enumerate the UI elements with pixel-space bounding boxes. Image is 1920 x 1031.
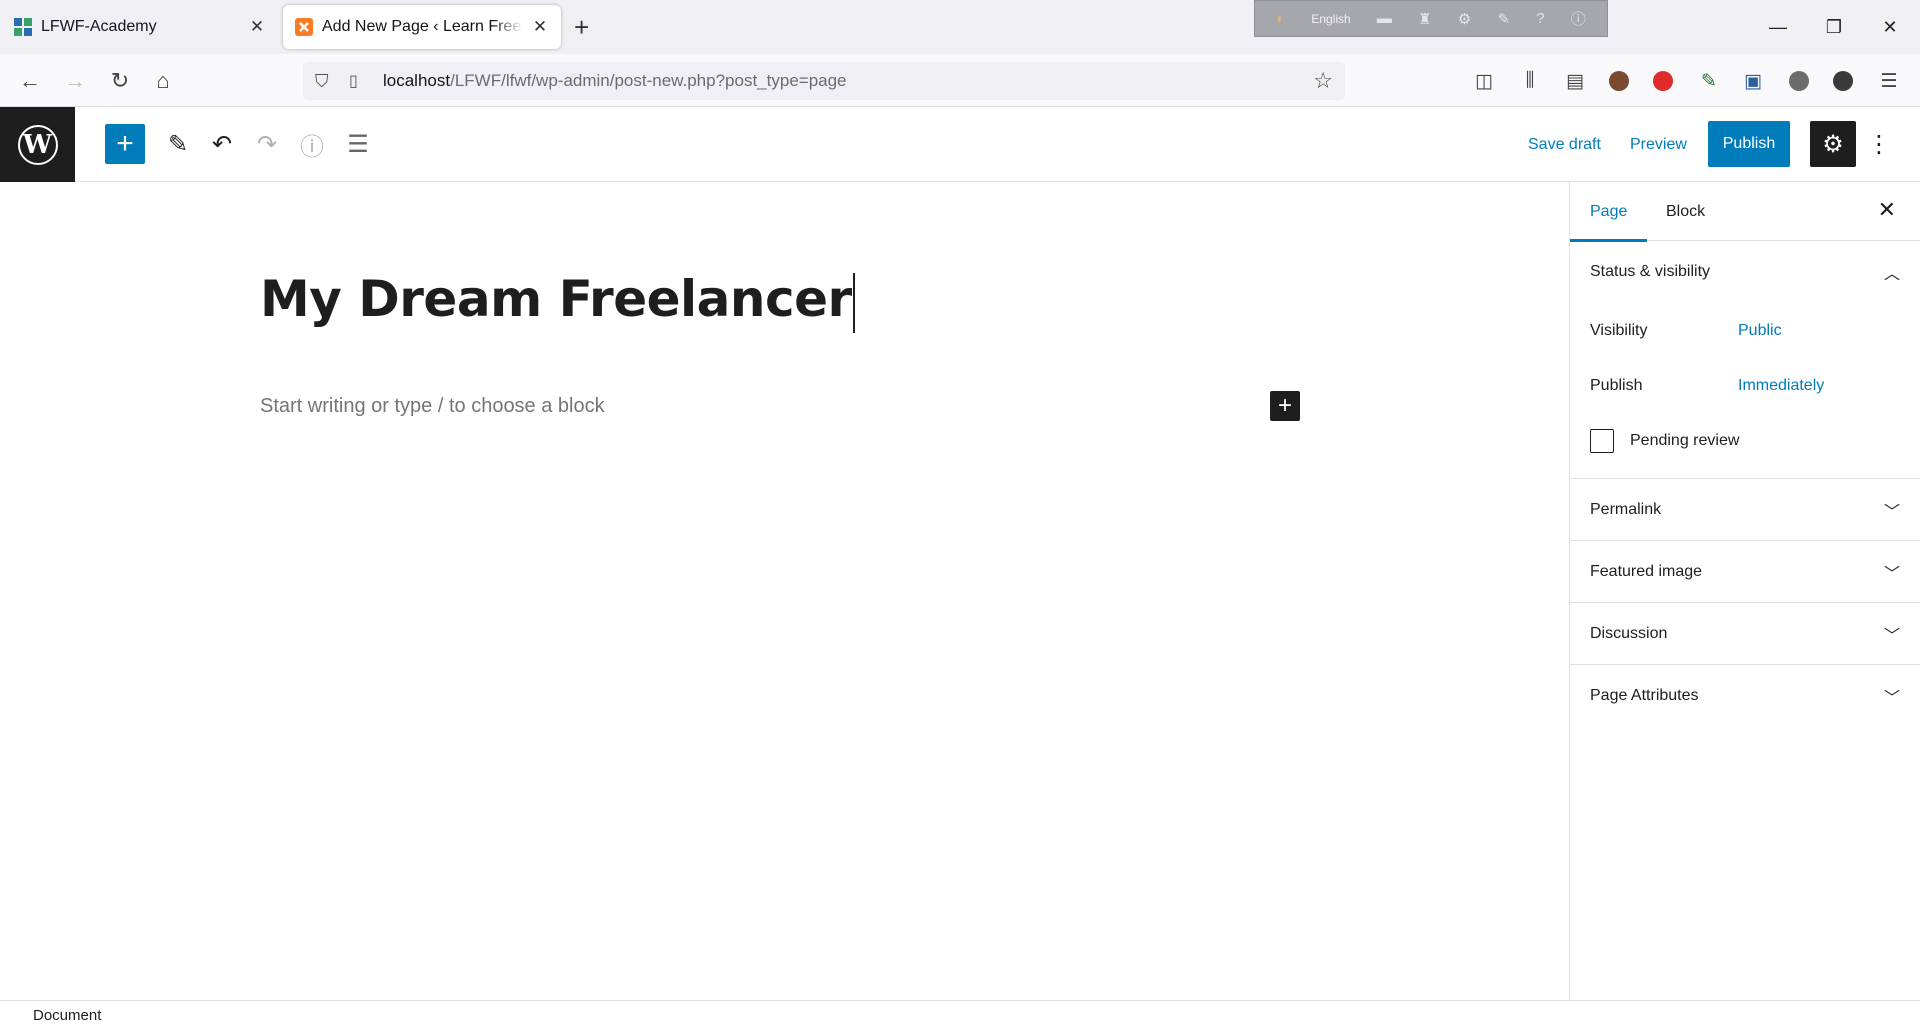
chevron-up-icon: ︿ xyxy=(1883,266,1900,283)
preview-button[interactable]: Preview xyxy=(1630,129,1687,161)
publish-label: Publish xyxy=(1590,376,1643,394)
chevron-down-icon: ﹀ xyxy=(1883,627,1900,645)
forward-arrow-icon[interactable]: → xyxy=(60,66,90,96)
editor-header: W + ✎ ↶ ↷ ⓘ ☰ Save draft Preview Publish… xyxy=(0,107,1920,182)
wordpress-logo-icon[interactable]: W xyxy=(0,107,75,182)
redo-icon[interactable]: ↷ xyxy=(245,122,289,166)
featured-image-panel-toggle[interactable]: Featured image ﹀ xyxy=(1570,541,1920,603)
publish-button[interactable]: Publish xyxy=(1708,121,1790,167)
tab-page[interactable]: Page xyxy=(1570,182,1648,242)
details-info-icon[interactable]: ⓘ xyxy=(290,122,334,166)
panel-title: Status & visibility xyxy=(1590,263,1711,280)
breadcrumb-document[interactable]: Document xyxy=(33,1007,101,1024)
list-view-icon[interactable]: ☰ xyxy=(336,122,380,166)
publish-row: Publish Immediately xyxy=(1570,358,1920,413)
ime-language-label[interactable]: English xyxy=(1311,12,1350,26)
panel-title: Featured image xyxy=(1590,562,1703,580)
panel-title: Page Attributes xyxy=(1590,687,1699,704)
tab-block[interactable]: Block xyxy=(1646,182,1725,241)
back-arrow-icon[interactable]: ← xyxy=(15,66,45,96)
gear-icon[interactable]: ⚙ xyxy=(1458,10,1471,28)
wordpress-w-icon: W xyxy=(17,124,58,165)
sidebar-tabs: Page Block ✕ xyxy=(1570,182,1920,242)
page-attributes-panel-toggle[interactable]: Page Attributes ﹀ xyxy=(1570,665,1920,727)
save-draft-button[interactable]: Save draft xyxy=(1528,129,1601,161)
red-extension-icon[interactable] xyxy=(1648,66,1678,96)
ime-logo-icon[interactable]: ◐ xyxy=(1276,10,1285,27)
pending-review-checkbox[interactable] xyxy=(1590,428,1614,453)
tab-lfwf-academy[interactable]: LFWF-Academy ✕ xyxy=(2,5,278,49)
pen-extension-icon[interactable]: ✎ xyxy=(1694,66,1724,96)
undo-icon[interactable]: ↶ xyxy=(200,122,244,166)
home-icon[interactable]: ⌂ xyxy=(148,66,178,96)
pending-review-row: Pending review xyxy=(1570,413,1920,468)
menu-hamburger-icon[interactable]: ☰ xyxy=(1874,66,1904,96)
panel-title: Permalink xyxy=(1590,500,1662,518)
url-path: /LFWF/lfwf/wp-admin/post-new.php?post_ty… xyxy=(450,71,847,90)
publish-date-link[interactable]: Immediately xyxy=(1738,377,1824,395)
discussion-panel-toggle[interactable]: Discussion ﹀ xyxy=(1570,603,1920,665)
tool-icon[interactable]: ♜ xyxy=(1418,10,1431,28)
browser-nav-bar: ← → ↻ ⌂ ⛉ ▯ localhost /LFWF/lfwf/wp-admi… xyxy=(0,54,1920,107)
more-options-icon[interactable]: ⋮ xyxy=(1866,121,1892,167)
browser-tab-bar: LFWF-Academy ✕ Add New Page ‹ Learn Free… xyxy=(0,0,1920,54)
url-host: localhost xyxy=(383,71,451,90)
permalink-panel-toggle[interactable]: Permalink ﹀ xyxy=(1570,479,1920,541)
pen-icon[interactable]: ✎ xyxy=(1497,10,1510,28)
close-tab-icon[interactable]: ✕ xyxy=(248,17,266,37)
ime-language-bar[interactable]: ◐ English ▬ ♜ ⚙ ✎ ? ⓘ xyxy=(1254,0,1608,37)
visibility-label: Visibility xyxy=(1590,321,1648,339)
post-title-field[interactable]: My Dream Freelancer xyxy=(260,270,855,333)
bookmark-star-icon[interactable]: ☆ xyxy=(1313,68,1333,94)
minimize-window-icon[interactable]: — xyxy=(1750,0,1806,54)
extensions-icon[interactable] xyxy=(1828,66,1858,96)
block-placeholder[interactable]: Start writing or type / to choose a bloc… xyxy=(260,395,605,418)
close-window-icon[interactable]: ✕ xyxy=(1862,0,1918,54)
screen-extension-icon[interactable]: ▣ xyxy=(1738,66,1768,96)
post-title-text: My Dream Freelancer xyxy=(260,270,852,328)
tab-add-new-page[interactable]: Add New Page ‹ Learn Freelanci ✕ xyxy=(283,5,561,49)
sidebar-toggle-icon[interactable]: ▤ xyxy=(1560,66,1590,96)
block-inserter-plus-icon[interactable]: + xyxy=(1270,391,1300,421)
close-tab-icon[interactable]: ✕ xyxy=(531,17,549,37)
panel-title: Discussion xyxy=(1590,624,1668,642)
tracking-shield-icon[interactable]: ⛉ xyxy=(315,71,335,92)
pocket-icon[interactable]: ◫ xyxy=(1469,66,1499,96)
lfwf-favicon-icon xyxy=(14,18,32,36)
close-sidebar-icon[interactable]: ✕ xyxy=(1878,197,1896,223)
visibility-row: Visibility Public xyxy=(1570,303,1920,358)
chevron-down-icon: ﹀ xyxy=(1883,690,1900,707)
status-visibility-toggle[interactable]: Status & visibility ︿ xyxy=(1570,241,1920,303)
pending-review-label[interactable]: Pending review xyxy=(1630,432,1739,450)
restore-window-icon[interactable]: ❐ xyxy=(1806,0,1862,54)
visibility-value-link[interactable]: Public xyxy=(1738,322,1782,340)
text-caret xyxy=(852,272,855,333)
xampp-favicon-icon xyxy=(295,18,313,36)
editor-canvas: My Dream Freelancer Start writing or typ… xyxy=(0,182,1569,1000)
new-tab-plus-icon[interactable]: + xyxy=(574,12,589,42)
library-icon[interactable]: ⫼ xyxy=(1515,66,1545,96)
tools-pencil-icon[interactable]: ✎ xyxy=(156,122,200,166)
status-visibility-panel: Status & visibility ︿ Visibility Public … xyxy=(1570,241,1920,479)
keyboard-icon[interactable]: ▬ xyxy=(1377,10,1392,27)
globe-extension-icon[interactable] xyxy=(1784,66,1814,96)
settings-sidebar: Page Block ✕ Status & visibility ︿ Visib… xyxy=(1569,182,1920,1000)
profile-avatar-icon[interactable] xyxy=(1604,66,1634,96)
url-bar[interactable]: ⛉ ▯ localhost /LFWF/lfwf/wp-admin/post-n… xyxy=(303,62,1345,100)
tab-title: Add New Page ‹ Learn Freelanci xyxy=(322,18,523,35)
page-info-icon[interactable]: ▯ xyxy=(349,71,367,91)
chevron-down-icon: ﹀ xyxy=(1883,565,1900,583)
help-icon[interactable]: ? xyxy=(1536,10,1544,27)
reload-icon[interactable]: ↻ xyxy=(105,66,135,96)
add-block-plus-icon[interactable]: + xyxy=(105,124,145,164)
info-icon[interactable]: ⓘ xyxy=(1571,8,1586,29)
block-breadcrumb: Document xyxy=(0,1000,1920,1030)
tab-title: LFWF-Academy xyxy=(41,18,157,35)
chevron-down-icon: ﹀ xyxy=(1883,503,1900,521)
settings-gear-icon[interactable]: ⚙ xyxy=(1810,121,1856,167)
